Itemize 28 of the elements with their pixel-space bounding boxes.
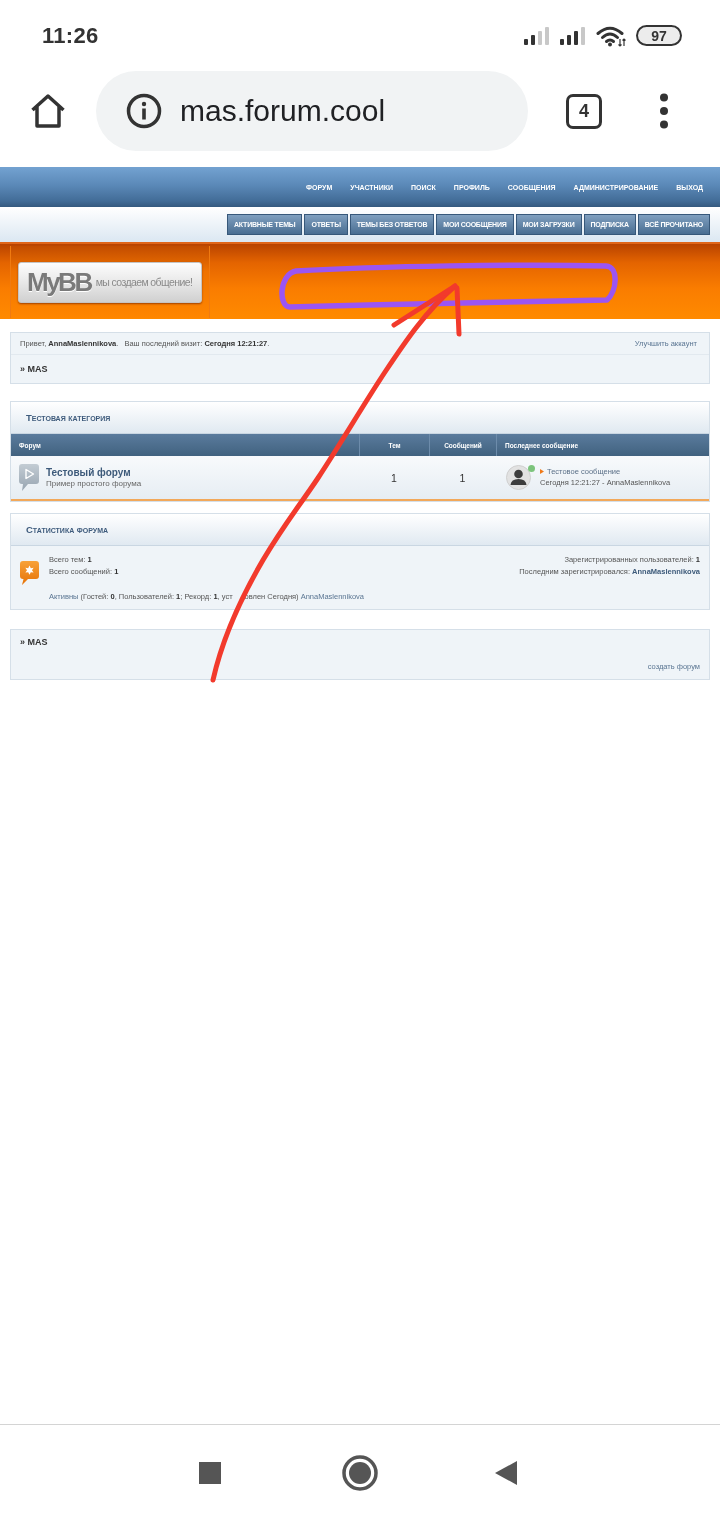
forum-description: Пример простого форума	[46, 479, 142, 488]
avatar-icon	[506, 465, 531, 490]
breadcrumb-link[interactable]: » MAS	[20, 636, 700, 648]
topic-count: 1	[391, 471, 397, 484]
battery-indicator: 97	[636, 25, 682, 46]
speech-bubble-icon	[20, 561, 39, 585]
back-icon[interactable]	[495, 1460, 517, 1485]
more-menu-icon[interactable]	[659, 93, 669, 129]
tab-switcher-button[interactable]: 4	[566, 93, 602, 129]
logo-tagline: мы создаем общение!	[95, 276, 193, 288]
stats-title[interactable]: Статистика форума	[26, 524, 109, 535]
bullet-arrow-icon	[540, 468, 544, 474]
signal-icon	[524, 26, 550, 45]
wifi-icon	[596, 24, 626, 47]
signal-icon	[560, 26, 586, 45]
category-title[interactable]: Тестовая категория	[26, 412, 111, 423]
square-icon[interactable]	[199, 1461, 221, 1484]
speech-bubble-icon	[19, 464, 39, 491]
forum-title-link[interactable]: Тестовый форум	[46, 467, 142, 478]
home-icon[interactable]	[30, 93, 66, 129]
url-text: mas.forum.cool	[180, 94, 386, 128]
address-bar[interactable]: mas.forum.cool	[96, 71, 528, 151]
circle-icon[interactable]	[342, 1454, 378, 1491]
post-count: 1	[459, 471, 466, 484]
clock-time: 11:26	[42, 22, 99, 49]
logo-text: MyBB	[27, 266, 91, 298]
info-icon[interactable]	[126, 93, 162, 129]
breadcrumb-link[interactable]: » MAS	[20, 364, 48, 374]
